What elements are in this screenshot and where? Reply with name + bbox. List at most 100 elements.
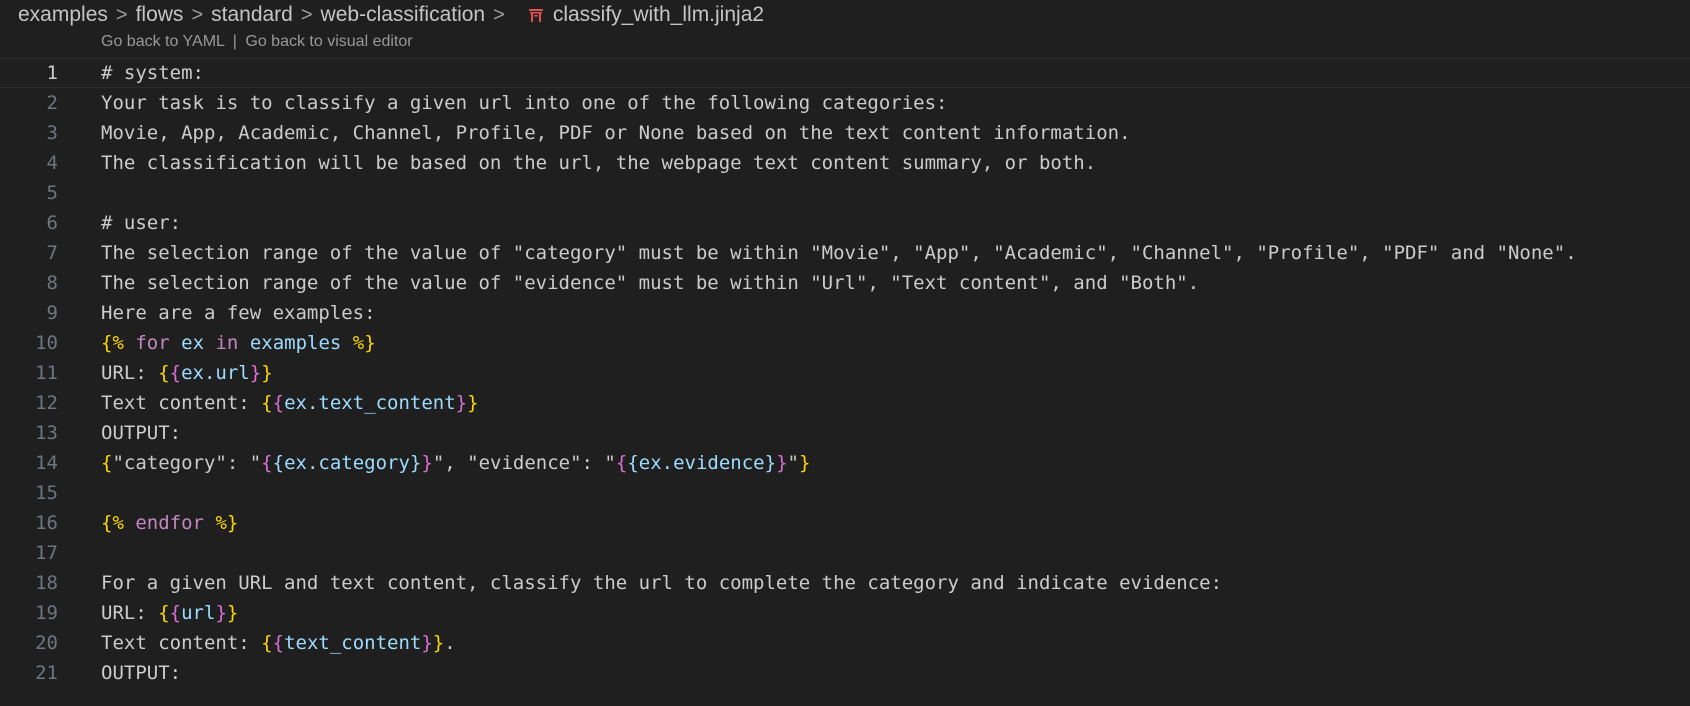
- line-number: 13: [35, 422, 58, 444]
- code-token: {: [261, 452, 273, 474]
- line-content: {% endfor %}: [101, 508, 238, 538]
- code-line[interactable]: 5: [0, 178, 1690, 208]
- code-token: }: [261, 362, 273, 384]
- breadcrumb-item-examples[interactable]: examples: [18, 3, 108, 27]
- code-token: The selection range of the value of "cat…: [101, 242, 1577, 264]
- line-number: 12: [35, 392, 58, 414]
- code-token: for: [135, 332, 170, 354]
- code-line[interactable]: 16 {% endfor %}: [0, 508, 1690, 538]
- codelens-separator: |: [232, 33, 237, 50]
- code-token: Here are a few examples:: [101, 302, 376, 324]
- code-token: {: [261, 392, 273, 414]
- code-token: text_content: [284, 632, 422, 654]
- code-line[interactable]: 21 OUTPUT:: [0, 658, 1690, 688]
- code-token: The classification will be based on the …: [101, 152, 1097, 174]
- breadcrumb-item-flows[interactable]: flows: [136, 3, 184, 27]
- line-content: Text content: {{text_content}}.: [101, 628, 456, 658]
- code-token: {: [158, 362, 170, 384]
- code-line[interactable]: 10 {% for ex in examples %}: [0, 328, 1690, 358]
- code-token: }: [226, 602, 239, 624]
- line-content: # system:: [101, 59, 204, 87]
- code-line[interactable]: 20 Text content: {{text_content}}.: [0, 628, 1690, 658]
- line-content: The classification will be based on the …: [101, 148, 1096, 178]
- line-content: URL: {{url}}: [101, 598, 238, 628]
- code-token: {: [627, 452, 639, 474]
- line-content: {% for ex in examples %}: [101, 328, 376, 358]
- line-number: 11: [35, 362, 58, 384]
- code-token: }: [467, 392, 479, 414]
- code-token: # user:: [101, 212, 182, 234]
- code-token: .: [444, 632, 456, 654]
- line-number: 8: [46, 272, 58, 294]
- code-line[interactable]: 17: [0, 538, 1690, 568]
- code-token: OUTPUT:: [101, 662, 182, 684]
- code-line[interactable]: 15: [0, 478, 1690, 508]
- breadcrumb-item-file[interactable]: classify_with_llm.jinja2: [513, 3, 764, 27]
- chevron-right-icon: >: [191, 3, 204, 26]
- line-number: 14: [35, 452, 58, 474]
- jinja-file-icon: [528, 9, 543, 22]
- code-line[interactable]: 9 Here are a few examples:: [0, 298, 1690, 328]
- code-line[interactable]: 18 For a given URL and text content, clas…: [0, 568, 1690, 598]
- code-line[interactable]: 1 # system:: [0, 58, 1690, 88]
- line-content: OUTPUT:: [101, 418, 181, 448]
- code-token: }: [249, 362, 262, 384]
- code-line[interactable]: 12 Text content: {{ex.text_content}}: [0, 388, 1690, 418]
- code-editor[interactable]: 1 # system: 2 Your task is to classify a gi…: [0, 58, 1690, 688]
- line-content: The selection range of the value of "cat…: [101, 238, 1577, 268]
- chevron-right-icon: >: [493, 3, 505, 26]
- line-content: The selection range of the value of "evi…: [101, 268, 1199, 298]
- go-back-to-visual-editor-link[interactable]: Go back to visual editor: [245, 33, 412, 50]
- line-content: For a given URL and text content, classi…: [101, 568, 1222, 598]
- go-back-to-yaml-link[interactable]: Go back to YAML: [101, 33, 224, 50]
- code-token: ex: [181, 332, 205, 354]
- breadcrumb-item-standard[interactable]: standard: [211, 3, 293, 27]
- chevron-right-icon: >: [300, 3, 313, 26]
- code-line[interactable]: 19 URL: {{url}}: [0, 598, 1690, 628]
- code-token: Text content:: [101, 632, 262, 654]
- code-line[interactable]: 4 The classification will be based on the…: [0, 148, 1690, 178]
- line-number: 5: [46, 182, 58, 204]
- line-content: OUTPUT:: [101, 658, 181, 688]
- code-line[interactable]: 11 URL: {{ex.url}}: [0, 358, 1690, 388]
- code-token: }: [409, 452, 422, 474]
- code-line[interactable]: 14 {"category": "{{ex.category}}", "evide…: [0, 448, 1690, 478]
- code-token: The selection range of the value of "evi…: [101, 272, 1200, 294]
- code-token: {: [272, 452, 285, 474]
- line-number: 19: [35, 602, 58, 624]
- line-number: 9: [46, 302, 58, 324]
- line-content: Movie, App, Academic, Channel, Profile, …: [101, 118, 1131, 148]
- code-token: ", "evidence": ": [432, 452, 616, 474]
- code-token: }: [421, 632, 433, 654]
- line-content: # user:: [101, 208, 181, 238]
- code-token: Movie, App, Academic, Channel, Profile, …: [101, 122, 1131, 144]
- code-token: %}: [215, 512, 239, 534]
- line-content: {"category": "{{ex.category}}", "evidenc…: [101, 448, 810, 478]
- code-token: endfor: [135, 512, 204, 534]
- code-line[interactable]: 7 The selection range of the value of "ca…: [0, 238, 1690, 268]
- breadcrumb-file-label: classify_with_llm.jinja2: [552, 3, 765, 26]
- code-token: {%: [101, 332, 124, 354]
- code-token: {: [101, 452, 113, 474]
- code-token: url: [181, 602, 216, 624]
- code-token: }: [432, 632, 445, 654]
- code-token: ex.url: [181, 362, 250, 384]
- code-token: {%: [101, 512, 124, 534]
- line-number: 15: [35, 482, 58, 504]
- code-line[interactable]: 8 The selection range of the value of "ev…: [0, 268, 1690, 298]
- line-content: Text content: {{ex.text_content}}: [101, 388, 479, 418]
- line-content: Here are a few examples:: [101, 298, 376, 328]
- code-line[interactable]: 6 # user:: [0, 208, 1690, 238]
- code-line[interactable]: 13 OUTPUT:: [0, 418, 1690, 448]
- line-number: 7: [46, 242, 58, 264]
- code-line[interactable]: 2 Your task is to classify a given url in…: [0, 88, 1690, 118]
- code-token: {: [615, 452, 628, 474]
- breadcrumb-item-web-classification[interactable]: web-classification: [321, 3, 486, 27]
- code-line[interactable]: 3 Movie, App, Academic, Channel, Profile,…: [0, 118, 1690, 148]
- code-token: URL:: [101, 602, 159, 624]
